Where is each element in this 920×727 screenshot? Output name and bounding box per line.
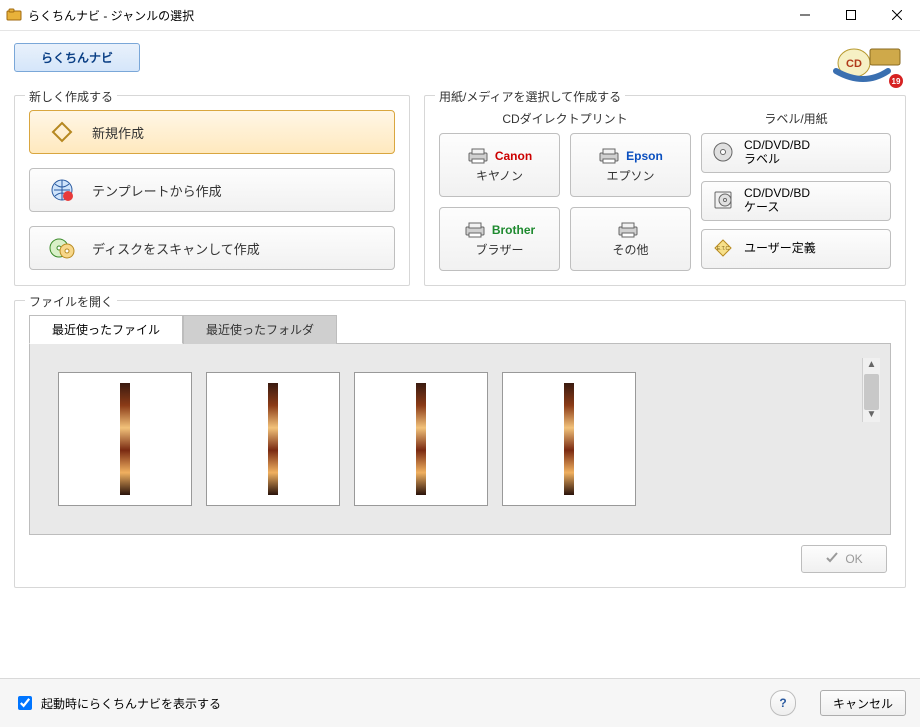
- group-select-media-legend: 用紙/メディアを選択して作成する: [435, 88, 625, 105]
- printer-brand: Brother: [492, 223, 535, 237]
- titlebar: らくちんナビ - ジャンルの選択: [0, 0, 920, 31]
- minimize-button[interactable]: [782, 0, 828, 30]
- scroll-up-icon[interactable]: ▲: [867, 360, 877, 370]
- show-on-startup-checkbox[interactable]: 起動時にらくちんナビを表示する: [14, 693, 770, 713]
- printer-sub: キヤノン: [476, 167, 523, 184]
- printer-brand: Epson: [626, 149, 663, 163]
- window-controls: [782, 0, 920, 30]
- ok-label: OK: [845, 552, 862, 566]
- printer-sub: エプソン: [606, 167, 654, 184]
- diamond-icon: [48, 118, 76, 146]
- cd-dvd-bd-case-button[interactable]: CD/DVD/BD ケース: [701, 181, 891, 221]
- recent-file-thumb[interactable]: [502, 372, 636, 506]
- from-template-button[interactable]: テンプレートから作成: [29, 168, 395, 212]
- label-line1: CD/DVD/BD: [744, 139, 810, 153]
- recent-file-thumb[interactable]: [58, 372, 192, 506]
- bottom-bar: 起動時にらくちんナビを表示する ? キャンセル: [0, 678, 920, 727]
- cd-dvd-bd-label-button[interactable]: CD/DVD/BD ラベル: [701, 133, 891, 173]
- printer-icon: [598, 147, 620, 165]
- tab-recent-folders[interactable]: 最近使ったフォルダ: [183, 315, 337, 344]
- printer-sub: ブラザー: [475, 241, 523, 258]
- tab-recent-files[interactable]: 最近使ったファイル: [29, 315, 183, 344]
- new-blank-button[interactable]: 新規作成: [29, 110, 395, 154]
- new-blank-label: 新規作成: [92, 123, 144, 142]
- printer-canon-button[interactable]: Canon キヤノン: [439, 133, 560, 197]
- groups-row: 新しく作成する 新規作成 テンプレートから作成 ディスクをスキャンして作成: [14, 87, 906, 286]
- label-line1: ユーザー定義: [744, 242, 816, 256]
- brand-logo: CD 19: [822, 43, 906, 89]
- svg-text:E.T.C: E.T.C: [717, 246, 730, 252]
- thumbnail-scrollbar[interactable]: ▲ ▼: [862, 358, 880, 422]
- printer-other-button[interactable]: その他: [570, 207, 691, 271]
- label-line1: CD/DVD/BD: [744, 187, 810, 201]
- direct-print-column: CDダイレクトプリント Canon キヤノン Ep: [439, 110, 691, 271]
- direct-print-header: CDダイレクトプリント: [439, 110, 691, 127]
- printer-brand: Canon: [495, 149, 532, 163]
- printer-icon: [467, 147, 489, 165]
- show-on-startup-label: 起動時にらくちんナビを表示する: [41, 695, 221, 712]
- printer-brother-button[interactable]: Brother ブラザー: [439, 207, 560, 271]
- scroll-down-icon[interactable]: ▼: [867, 410, 877, 420]
- app-icon: [6, 7, 22, 23]
- window-title: らくちんナビ - ジャンルの選択: [28, 7, 782, 24]
- spine-preview-icon: [416, 383, 426, 495]
- from-disc-scan-label: ディスクをスキャンして作成: [92, 239, 260, 258]
- cancel-button[interactable]: キャンセル: [820, 690, 906, 716]
- close-button[interactable]: [874, 0, 920, 30]
- printer-sub: その他: [612, 241, 648, 258]
- disc-scan-icon: [48, 234, 76, 262]
- scrollbar-thumb[interactable]: [864, 374, 879, 410]
- svg-text:CD: CD: [846, 58, 862, 70]
- group-open-file-legend: ファイルを開く: [25, 293, 117, 310]
- show-on-startup-input[interactable]: [18, 696, 32, 710]
- label-line2: ラベル: [744, 153, 810, 167]
- brand-badge-number: 19: [892, 77, 901, 86]
- group-select-media: 用紙/メディアを選択して作成する CDダイレクトプリント Canon キヤノン: [424, 95, 906, 286]
- help-button[interactable]: ?: [770, 690, 796, 716]
- printer-icon: [464, 221, 486, 239]
- ok-button[interactable]: OK: [801, 545, 887, 573]
- file-tabs: 最近使ったファイル 最近使ったフォルダ: [29, 315, 891, 344]
- spine-preview-icon: [268, 383, 278, 495]
- from-disc-scan-button[interactable]: ディスクをスキャンして作成: [29, 226, 395, 270]
- spine-preview-icon: [120, 383, 130, 495]
- thumbnail-area: ▲ ▼: [29, 344, 891, 535]
- question-icon: ?: [779, 696, 786, 710]
- thumbnail-row: [40, 358, 862, 520]
- dialog-body: らくちんナビ CD 19 新しく作成する 新規作成: [0, 31, 920, 680]
- from-template-label: テンプレートから作成: [92, 181, 222, 200]
- label-paper-column: ラベル/用紙 CD/DVD/BD ラベル CD/DVD/BD ケース: [701, 110, 891, 271]
- group-open-file: ファイルを開く 最近使ったファイル 最近使ったフォルダ ▲ ▼ OK: [14, 300, 906, 588]
- top-strip: らくちんナビ CD 19: [14, 43, 906, 89]
- globe-template-icon: [48, 176, 76, 204]
- group-create-new: 新しく作成する 新規作成 テンプレートから作成 ディスクをスキャンして作成: [14, 95, 410, 286]
- recent-file-thumb[interactable]: [354, 372, 488, 506]
- etc-icon: E.T.C: [712, 237, 734, 262]
- case-icon: [712, 189, 734, 214]
- spine-preview-icon: [564, 383, 574, 495]
- printer-icon: [617, 221, 639, 239]
- group-create-new-legend: 新しく作成する: [25, 88, 117, 105]
- disc-icon: [712, 141, 734, 166]
- label-line2: ケース: [744, 201, 810, 215]
- check-icon: [825, 551, 839, 568]
- user-defined-button[interactable]: E.T.C ユーザー定義: [701, 229, 891, 269]
- rakuchin-navi-button[interactable]: らくちんナビ: [14, 43, 140, 72]
- recent-file-thumb[interactable]: [206, 372, 340, 506]
- printer-epson-button[interactable]: Epson エプソン: [570, 133, 691, 197]
- label-paper-header: ラベル/用紙: [701, 110, 891, 127]
- maximize-button[interactable]: [828, 0, 874, 30]
